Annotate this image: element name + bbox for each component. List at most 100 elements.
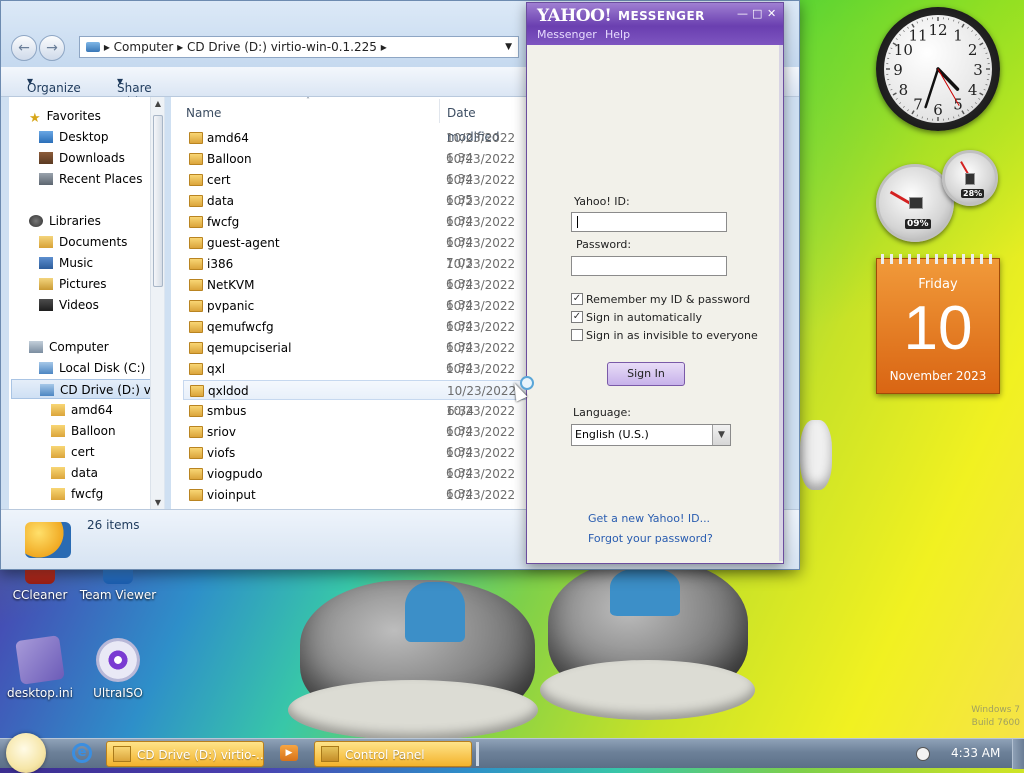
folder-icon (189, 489, 203, 501)
file-row[interactable]: qxl10/23/2022 6:34 (183, 359, 527, 379)
nav-pictures[interactable]: Pictures (39, 274, 107, 294)
share-with-menu[interactable]: Share with ▾ (117, 74, 123, 88)
file-row[interactable]: pvpanic10/23/2022 6:34 (183, 296, 527, 316)
back-button[interactable]: ← (11, 35, 37, 61)
remember-checkbox[interactable]: ✓ (571, 293, 583, 305)
desktop-icon-ultraiso[interactable]: UltraISO (78, 638, 158, 700)
file-name: amd64 (207, 128, 249, 148)
nav-documents[interactable]: Documents (39, 232, 127, 252)
item-count: 26 items (87, 518, 139, 532)
pictures-icon (39, 278, 53, 290)
nav-folder-data[interactable]: data (51, 463, 98, 483)
minimize-icon[interactable]: — (737, 7, 748, 20)
breadcrumb-computer[interactable]: Computer (114, 40, 174, 54)
clock-tick (980, 93, 983, 95)
desktop-icon-desktop-ini[interactable]: desktop.ini (0, 638, 80, 700)
nav-label: Favorites (47, 109, 101, 123)
nav-label: Pictures (59, 277, 107, 291)
file-row[interactable]: i38610/23/2022 6:34 (183, 254, 527, 274)
clock-gadget[interactable]: 121234567891011 (876, 7, 1000, 131)
file-row[interactable]: Balloon10/23/2022 6:34 (183, 149, 527, 169)
organize-menu[interactable]: Organize ▾ (27, 74, 33, 88)
clock-tick (890, 89, 892, 90)
nav-music[interactable]: Music (39, 253, 93, 273)
file-row[interactable]: qxldod10/23/2022 6:34 (183, 380, 527, 400)
taskbar-button-explorer[interactable]: CD Drive (D:) virtio-... (106, 741, 264, 767)
nav-computer[interactable]: Computer (29, 337, 109, 357)
menu-help[interactable]: Help (605, 28, 630, 41)
clock-tick (893, 93, 896, 95)
nav-folder-fwcfg[interactable]: fwcfg (51, 484, 103, 504)
sign-in-button[interactable]: Sign In (607, 362, 685, 386)
scroll-thumb[interactable] (153, 115, 163, 287)
tray-notification-icon[interactable] (916, 747, 930, 761)
clock-tick (975, 34, 976, 35)
file-row[interactable]: qemufwcfg10/23/2022 6:34 (183, 317, 527, 337)
file-row[interactable]: cert10/23/2022 6:35 (183, 170, 527, 190)
taskbar-button-control-panel[interactable]: Control Panel (314, 741, 472, 767)
control-panel-icon (321, 746, 339, 762)
nav-local-disk[interactable]: Local Disk (C:) (39, 358, 145, 378)
column-header-date[interactable]: Date modified (447, 101, 527, 125)
desktop-icon-ccleaner[interactable]: CCleaner (0, 566, 80, 602)
nav-folder-cert[interactable]: cert (51, 442, 95, 462)
file-row[interactable]: vioinput10/23/2022 6:34 (183, 485, 527, 505)
file-row[interactable]: amd6410/23/2022 6:34 (183, 128, 527, 148)
chevron-down-icon[interactable]: ▼ (712, 425, 730, 445)
file-row[interactable]: NetKVM10/23/2022 6:34 (183, 275, 527, 295)
yahoo-id-input[interactable] (571, 212, 727, 232)
file-row[interactable]: qemupciserial10/23/2022 6:34 (183, 338, 527, 358)
desktop-icon-teamviewer[interactable]: Team Viewer (78, 566, 158, 602)
media-player-icon[interactable]: ▶ (280, 745, 298, 761)
nav-pane-scrollbar[interactable]: ▲ ▼ (150, 97, 164, 509)
nav-favorites[interactable]: ★ Favorites (29, 106, 101, 126)
address-bar[interactable]: ▸ Computer ▸ CD Drive (D:) virtio-win-0.… (79, 36, 519, 58)
sign-in-auto-checkbox[interactable]: ✓ (571, 311, 583, 323)
nav-videos[interactable]: Videos (39, 295, 99, 315)
file-row[interactable]: viofs10/23/2022 6:34 (183, 443, 527, 463)
language-select[interactable]: English (U.S.) ▼ (571, 424, 731, 446)
file-row[interactable]: data10/23/2022 6:34 (183, 191, 527, 211)
show-desktop-button[interactable] (1012, 739, 1024, 769)
new-id-link[interactable]: Get a new Yahoo! ID... (588, 512, 710, 525)
folder-icon (189, 426, 203, 438)
nav-folder-balloon[interactable]: Balloon (51, 421, 116, 441)
file-date: 10/23/2022 6:34 (446, 485, 527, 509)
nav-recent-places[interactable]: Recent Places (39, 169, 142, 189)
clock-tick (896, 38, 898, 39)
forgot-password-link[interactable]: Forgot your password? (588, 532, 713, 545)
scroll-up-icon[interactable]: ▲ (151, 99, 165, 108)
clock-tick (917, 21, 918, 23)
file-name: qxl (207, 359, 225, 379)
file-row[interactable]: guest-agent10/23/2022 7:03 (183, 233, 527, 253)
address-dropdown-icon[interactable]: ▼ (505, 37, 512, 57)
tray-clock[interactable]: 4:33 AM (951, 746, 1000, 760)
column-divider[interactable] (439, 99, 440, 123)
menu-messenger[interactable]: Messenger (537, 28, 597, 41)
music-icon (39, 257, 53, 269)
nav-desktop[interactable]: Desktop (39, 127, 109, 147)
internet-explorer-icon[interactable]: e (72, 743, 92, 763)
nav-libraries[interactable]: Libraries (29, 211, 101, 231)
maximize-icon[interactable]: □ (752, 7, 762, 20)
file-row[interactable]: sriov10/23/2022 6:34 (183, 422, 527, 442)
password-input[interactable] (571, 256, 727, 276)
file-row[interactable]: fwcfg10/23/2022 6:34 (183, 212, 527, 232)
clock-tick (971, 106, 972, 107)
invisible-checkbox[interactable] (571, 329, 583, 341)
nav-folder-amd64[interactable]: amd64 (51, 400, 113, 420)
busy-indicator-icon (520, 376, 534, 390)
forward-button[interactable]: → (39, 35, 65, 61)
star-icon: ★ (29, 109, 41, 121)
breadcrumb-cd-drive[interactable]: CD Drive (D:) virtio-win-0.1.225 (187, 40, 377, 54)
column-header-name[interactable]: Name (186, 101, 221, 125)
start-button[interactable] (6, 733, 46, 773)
scroll-down-icon[interactable]: ▼ (151, 498, 165, 507)
close-icon[interactable]: ✕ (767, 7, 776, 20)
nav-downloads[interactable]: Downloads (39, 148, 125, 168)
file-row[interactable]: viogpudo10/23/2022 6:34 (183, 464, 527, 484)
nav-cd-drive[interactable]: CD Drive (D:) virt (11, 379, 151, 399)
cpu-chip-icon (909, 197, 923, 209)
calendar-gadget[interactable]: Friday 10 November 2023 (876, 258, 1000, 394)
file-row[interactable]: smbus10/23/2022 6:34 (183, 401, 527, 421)
